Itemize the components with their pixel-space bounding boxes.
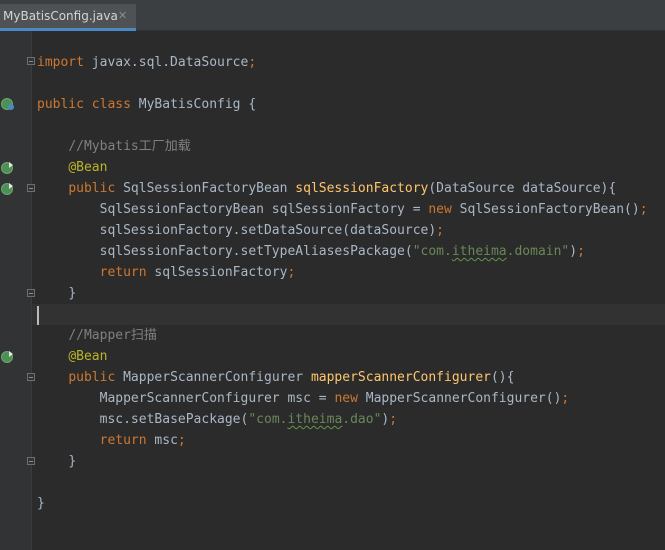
code-line: sqlSessionFactory.setTypeAliasesPackage(…: [99, 244, 585, 259]
text-caret: [37, 306, 39, 325]
code-line: @Bean: [68, 349, 108, 364]
editor-tab-label: MyBatisConfig.java: [3, 9, 118, 23]
code-line: return msc;: [99, 433, 186, 448]
code-editor[interactable]: import javax.sql.DataSource; public clas…: [32, 31, 665, 550]
code-line: import javax.sql.DataSource;: [37, 55, 257, 70]
code-line: sqlSessionFactory.setDataSource(dataSour…: [99, 223, 444, 238]
code-line: @Bean: [68, 160, 108, 175]
bean-config-icon[interactable]: [1, 98, 14, 110]
close-icon[interactable]: ✕: [118, 9, 127, 22]
editor-tab-bar: MyBatisConfig.java ✕: [0, 0, 665, 31]
code-line: public MapperScannerConfigurer mapperSca…: [68, 370, 515, 385]
current-line: [32, 304, 665, 325]
code-line: public class MyBatisConfig {: [37, 97, 257, 112]
code-line: return sqlSessionFactory;: [99, 265, 296, 280]
code-line: //Mapper扫描: [68, 328, 157, 343]
code-line: }: [68, 454, 77, 469]
code-line: MapperScannerConfigurer msc = new Mapper…: [99, 391, 570, 406]
editor-tab-mybatisconfig[interactable]: MyBatisConfig.java ✕: [0, 4, 136, 31]
code-line: msc.setBasePackage("com.itheima.dao");: [99, 412, 398, 427]
code-line: SqlSessionFactoryBean sqlSessionFactory …: [99, 202, 648, 217]
code-line: //Mybatis工厂加载: [68, 139, 191, 154]
code-line: public SqlSessionFactoryBean sqlSessionF…: [68, 181, 617, 196]
editor-gutter: [0, 31, 35, 550]
bean-navigate-icon[interactable]: [1, 183, 13, 195]
code-line: }: [37, 496, 45, 511]
bean-navigate-icon[interactable]: [1, 162, 13, 174]
code-line: }: [68, 286, 77, 301]
bean-navigate-icon[interactable]: [1, 351, 13, 363]
